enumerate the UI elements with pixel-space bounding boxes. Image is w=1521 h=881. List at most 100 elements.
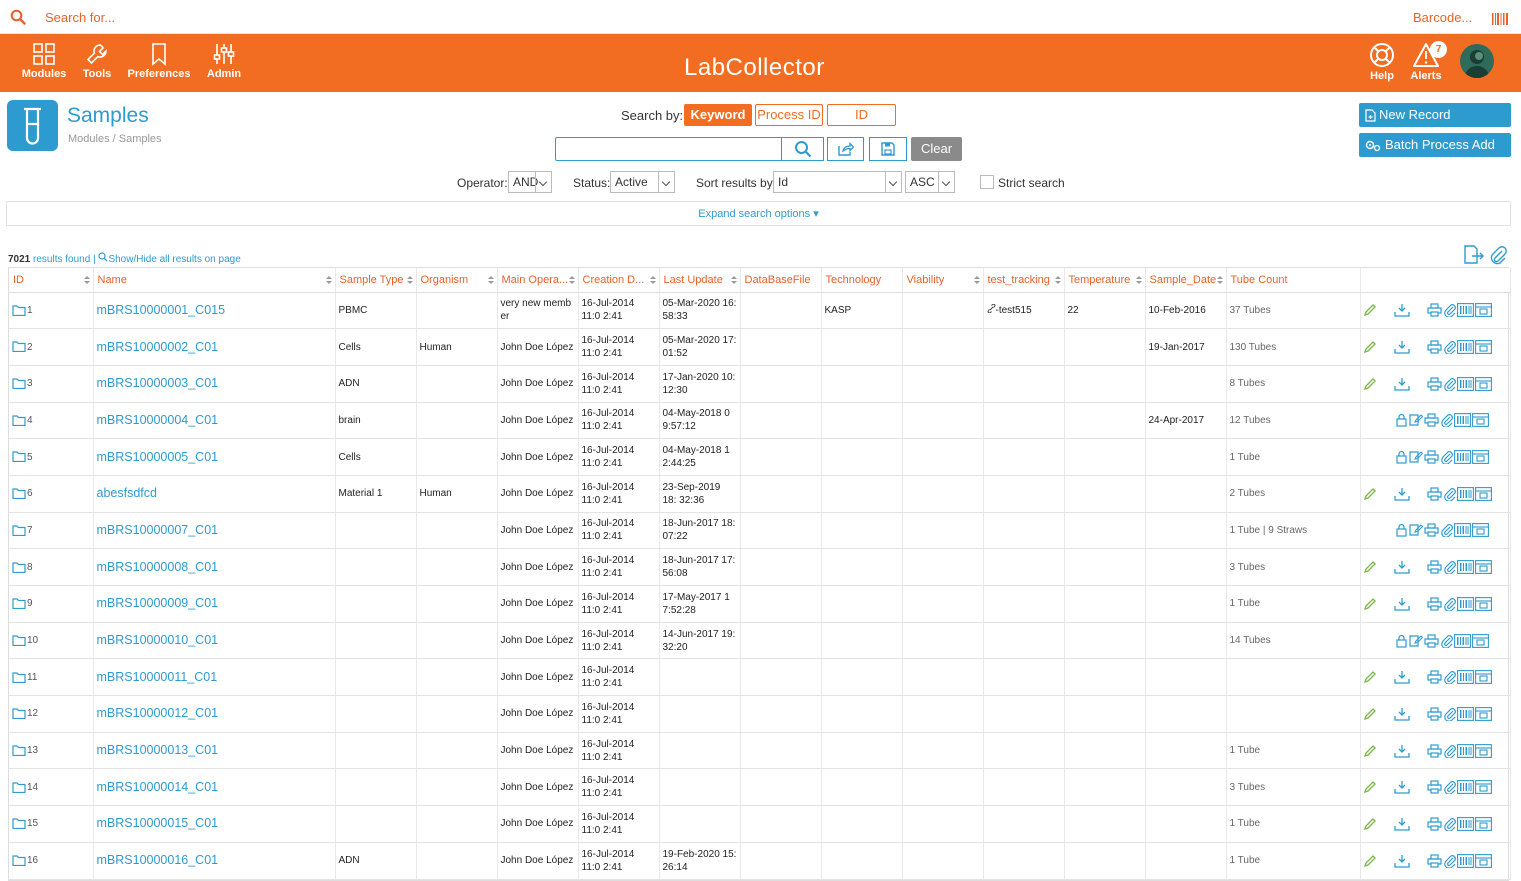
row-name-link[interactable]: mBRS10000015_C01 — [93, 805, 336, 843]
barcode-icon[interactable] — [1492, 12, 1508, 30]
barcode-icon[interactable] — [1453, 633, 1471, 648]
table-row[interactable]: 12 mBRS10000012_C01 John Doe López 16-Jul-2… — [9, 695, 1511, 733]
column-header-last-update[interactable]: Last Update — [659, 268, 741, 293]
print-icon[interactable] — [1426, 670, 1442, 684]
column-header-technology[interactable]: Technology — [821, 268, 903, 293]
folder-icon[interactable] — [12, 378, 26, 390]
search-by-keyword-button[interactable]: Keyword — [684, 104, 752, 126]
storage-box-icon[interactable] — [1474, 303, 1492, 318]
edit-note-icon[interactable] — [1408, 450, 1423, 464]
breadcrumb[interactable]: Modules / Samples — [68, 133, 162, 145]
storage-box-icon[interactable] — [1474, 670, 1492, 685]
row-name-link[interactable]: mBRS10000005_C01 — [93, 438, 336, 476]
edit-pencil-icon[interactable] — [1363, 744, 1377, 758]
sort-direction-select[interactable]: ASC — [905, 171, 955, 193]
folder-icon[interactable] — [12, 598, 26, 610]
storage-box-icon[interactable] — [1474, 486, 1492, 501]
attachment-icon[interactable] — [1443, 560, 1456, 575]
column-header-organism[interactable]: Organism — [416, 268, 498, 293]
column-header-sample-date[interactable]: Sample_Date — [1145, 268, 1227, 293]
row-name-link[interactable]: mBRS10000016_C01 — [93, 842, 336, 880]
folder-icon[interactable] — [12, 855, 26, 867]
edit-pencil-icon[interactable] — [1363, 487, 1377, 501]
edit-pencil-icon[interactable] — [1363, 670, 1377, 684]
export-icon[interactable] — [1463, 245, 1485, 265]
print-icon[interactable] — [1423, 413, 1439, 428]
storage-box-icon[interactable] — [1471, 450, 1489, 465]
attachment-icon[interactable] — [1443, 487, 1456, 501]
edit-pencil-icon[interactable] — [1363, 303, 1377, 317]
barcode-icon[interactable] — [1456, 560, 1474, 575]
search-submit-button[interactable] — [781, 137, 824, 161]
print-icon[interactable] — [1426, 780, 1442, 794]
table-row[interactable]: 11 mBRS10000011_C01 John Doe López 16-Jul-2… — [9, 658, 1511, 697]
print-icon[interactable] — [1426, 743, 1442, 758]
row-name-link[interactable]: mBRS10000002_C01 — [93, 328, 336, 366]
table-row[interactable]: 14 mBRS10000014_C01 John Doe López 16-Jul-2… — [9, 768, 1511, 807]
edit-pencil-icon[interactable] — [1363, 597, 1377, 611]
folder-icon[interactable] — [12, 451, 26, 463]
download-tray-icon[interactable] — [1393, 817, 1410, 831]
print-icon[interactable] — [1426, 597, 1442, 611]
keyword-search-input[interactable] — [555, 137, 782, 161]
save-search-button[interactable] — [869, 137, 907, 161]
barcode-icon[interactable] — [1453, 450, 1471, 465]
column-header-databasefile[interactable]: DataBaseFile — [740, 268, 822, 293]
print-icon[interactable] — [1426, 560, 1442, 574]
new-record-button[interactable]: New Record — [1359, 103, 1511, 127]
table-row[interactable]: 15 mBRS10000015_C01 John Doe López 16-Jul-2… — [9, 805, 1511, 843]
attachment-icon[interactable] — [1443, 817, 1456, 831]
barcode-icon[interactable] — [1453, 413, 1471, 428]
storage-box-icon[interactable] — [1474, 596, 1492, 611]
column-header-main-operator[interactable]: Main Opera... — [497, 268, 579, 293]
storage-box-icon[interactable] — [1474, 817, 1492, 831]
download-tray-icon[interactable] — [1393, 597, 1410, 611]
folder-icon[interactable] — [12, 305, 26, 316]
download-tray-icon[interactable] — [1393, 303, 1410, 317]
folder-icon[interactable] — [12, 635, 26, 646]
attachment-icon[interactable] — [1440, 523, 1453, 538]
barcode-icon[interactable] — [1456, 743, 1474, 758]
edit-pencil-icon[interactable] — [1363, 707, 1377, 721]
attachment-icon[interactable] — [1443, 377, 1456, 391]
folder-icon[interactable] — [12, 708, 26, 720]
barcode-icon[interactable] — [1456, 596, 1474, 611]
barcode-icon[interactable] — [1453, 523, 1471, 538]
table-row[interactable]: 8 mBRS10000008_C01 John Doe López 16-Jul-20… — [9, 548, 1511, 586]
search-icon[interactable] — [10, 9, 26, 30]
storage-box-icon[interactable] — [1474, 853, 1492, 868]
sort-field-select[interactable]: Id — [773, 171, 902, 193]
show-hide-results-link[interactable]: Show/Hide all results on page — [108, 254, 240, 265]
print-icon[interactable] — [1426, 303, 1442, 317]
storage-box-icon[interactable] — [1474, 706, 1492, 721]
table-row[interactable]: 3 mBRS10000003_C01 ADN John Doe López 16-Jul… — [9, 365, 1511, 403]
print-icon[interactable] — [1426, 377, 1442, 391]
column-header-id[interactable]: ID — [9, 268, 94, 293]
column-header-test-tracking[interactable]: test_tracking — [983, 268, 1065, 293]
attachment-icon[interactable] — [1443, 340, 1456, 355]
table-row[interactable]: 4 mBRS10000004_C01 brain John Doe López 16-J… — [9, 402, 1511, 440]
edit-pencil-icon[interactable] — [1363, 780, 1377, 794]
user-avatar[interactable] — [1460, 44, 1494, 78]
print-icon[interactable] — [1426, 854, 1442, 868]
row-name-link[interactable]: mBRS10000013_C01 — [93, 732, 336, 770]
print-icon[interactable] — [1423, 633, 1439, 648]
table-row[interactable]: 7 mBRS10000007_C01 John Doe López 16-Jul-20… — [9, 512, 1511, 550]
lock-icon[interactable] — [1395, 634, 1408, 648]
download-tray-icon[interactable] — [1393, 854, 1410, 868]
clear-button[interactable]: Clear — [911, 137, 962, 161]
folder-icon[interactable] — [12, 341, 26, 353]
folder-icon[interactable] — [12, 415, 26, 426]
barcode-icon[interactable] — [1456, 817, 1474, 831]
folder-icon[interactable] — [12, 818, 26, 830]
share-search-button[interactable] — [827, 137, 864, 161]
attachment-icon[interactable] — [1443, 854, 1456, 868]
storage-box-icon[interactable] — [1474, 560, 1492, 575]
column-header-creation-date[interactable]: Creation D... — [578, 268, 660, 293]
table-row[interactable]: 5 mBRS10000005_C01 Cells John Doe López 16-J… — [9, 438, 1511, 476]
table-row[interactable]: 6 abesfsdfcd Material 1 Human John Doe López… — [9, 475, 1511, 513]
operator-select[interactable]: AND — [508, 171, 552, 193]
table-row[interactable]: 1 mBRS10000001_C015 PBMC very new memb er 16… — [9, 292, 1511, 330]
row-name-link[interactable]: mBRS10000009_C01 — [93, 585, 336, 623]
barcode-input[interactable]: Barcode... — [1413, 10, 1472, 25]
